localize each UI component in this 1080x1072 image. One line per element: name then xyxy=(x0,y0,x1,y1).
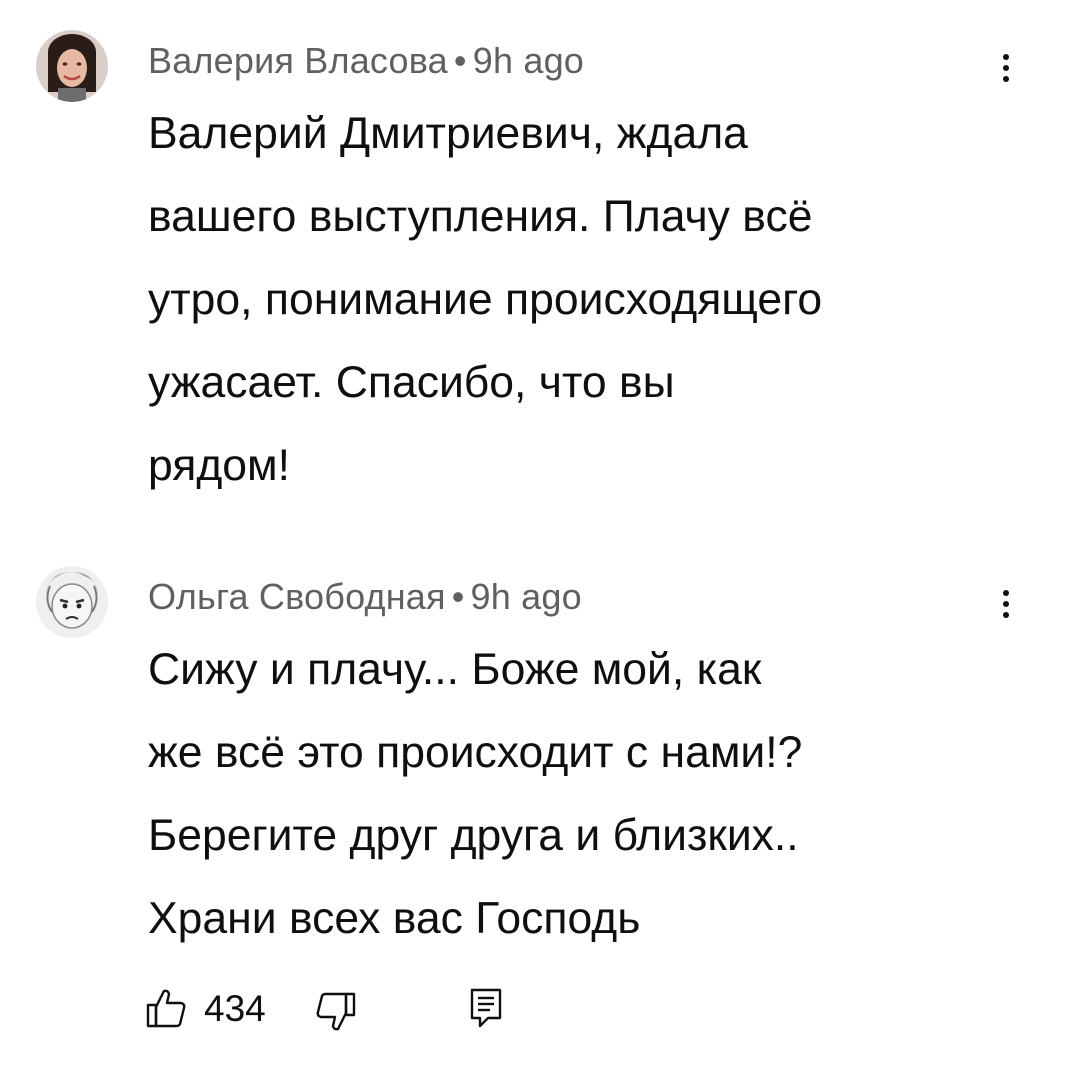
comment-meta: Валерия Власова • 9h ago xyxy=(148,40,584,82)
comment-time: 9h ago xyxy=(472,40,585,81)
author-name[interactable]: Валерия Власова xyxy=(148,40,448,81)
comment-line: утро, понимание происходящего xyxy=(148,275,823,324)
thumbs-down-icon[interactable] xyxy=(314,990,358,1034)
comment-text: Валерий Дмитриевич, ждала вашего выступл… xyxy=(148,92,1028,507)
more-vert-icon[interactable] xyxy=(988,44,1024,92)
comment-line: Сижу и плачу... Боже мой, как xyxy=(148,645,762,694)
author-name[interactable]: Ольга Свободная xyxy=(148,576,446,617)
comment-meta: Ольга Свободная • 9h ago xyxy=(148,576,582,618)
comment-line: Валерий Дмитриевич, ждала xyxy=(148,109,748,158)
author-avatar[interactable] xyxy=(36,30,108,102)
meta-separator: • xyxy=(451,576,465,617)
comment-time: 9h ago xyxy=(470,576,582,617)
meta-separator: • xyxy=(453,40,467,81)
comment-line: Храни всех вас Господь xyxy=(148,894,641,943)
comment-line: вашего выступления. Плачу всё xyxy=(148,192,813,241)
author-avatar[interactable] xyxy=(36,566,108,638)
avatar-woman-photo-icon xyxy=(36,30,108,102)
reply-icon[interactable] xyxy=(466,986,506,1030)
comment-line: рядом! xyxy=(148,441,291,490)
comment-line: же всё это происходит с нами!? xyxy=(148,728,803,777)
avatar-child-sketch-icon xyxy=(36,566,108,638)
comment-line: ужасает. Спасибо, что вы xyxy=(148,358,675,407)
thumbs-up-icon[interactable] xyxy=(144,986,188,1030)
comment-actions: 434 xyxy=(0,984,1080,1044)
comment-line: Берегите друг друга и близких.. xyxy=(148,811,799,860)
comment-text: Сижу и плачу... Боже мой, как же всё это… xyxy=(148,628,1028,960)
more-vert-icon[interactable] xyxy=(988,580,1024,628)
like-count: 434 xyxy=(204,988,266,1029)
